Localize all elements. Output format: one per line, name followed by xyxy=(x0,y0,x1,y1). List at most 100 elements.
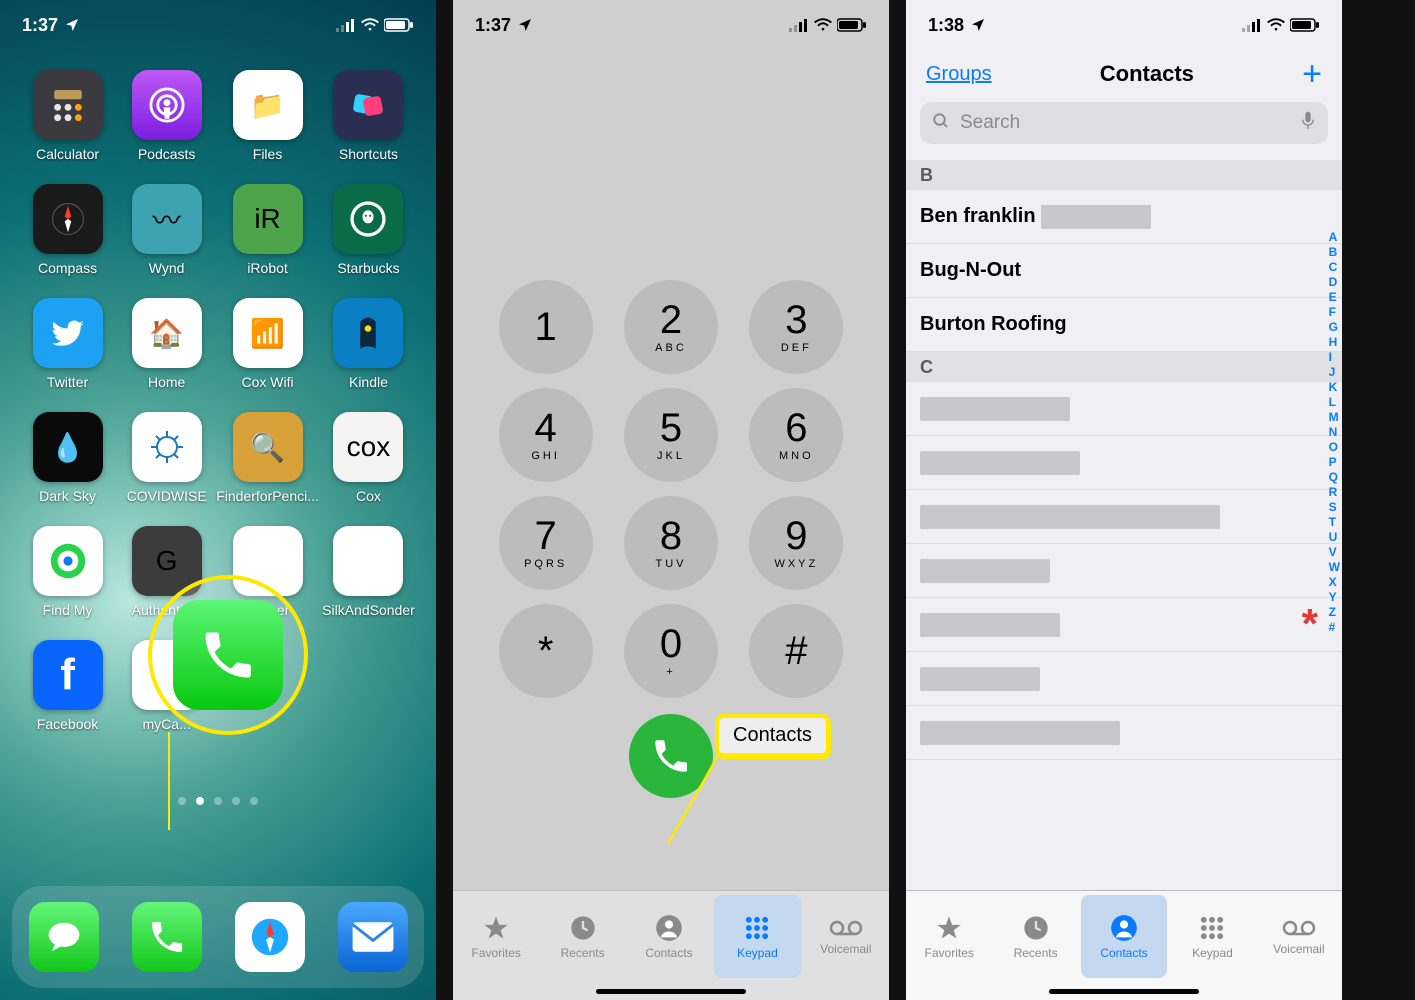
app-shortcuts[interactable]: Shortcuts xyxy=(319,70,418,162)
index-K[interactable]: K xyxy=(1329,380,1340,394)
index-J[interactable]: J xyxy=(1329,365,1340,379)
groups-button[interactable]: Groups xyxy=(926,63,992,86)
app-label: Facebook xyxy=(37,716,98,732)
app-find-my[interactable]: Find My xyxy=(18,526,117,618)
contact-row[interactable] xyxy=(906,436,1342,490)
tab-recents[interactable]: Recents xyxy=(992,891,1078,982)
contact-row[interactable]: Ben franklin xyxy=(906,190,1342,244)
index-M[interactable]: M xyxy=(1329,410,1340,424)
dictate-icon[interactable] xyxy=(1300,110,1316,137)
app-podcasts[interactable]: Podcasts xyxy=(117,70,216,162)
app-cox[interactable]: coxCox xyxy=(319,412,418,504)
tab-voicemail[interactable]: Voicemail xyxy=(1256,891,1342,982)
status-bar: 1:37 xyxy=(0,0,436,50)
contact-row[interactable]: Bug-N-Out xyxy=(906,244,1342,298)
page-indicator[interactable] xyxy=(0,797,436,805)
tab-contacts[interactable]: Contacts xyxy=(1081,895,1167,978)
recents-icon xyxy=(1022,914,1050,942)
index-C[interactable]: C xyxy=(1329,260,1340,274)
dock-phone[interactable] xyxy=(132,902,202,972)
app-twitter[interactable]: Twitter xyxy=(18,298,117,390)
app-files[interactable]: 📁Files xyxy=(216,70,319,162)
app-compass[interactable]: Compass xyxy=(18,184,117,276)
app-wynd[interactable]: 〰Wynd xyxy=(117,184,216,276)
search-field[interactable]: Search xyxy=(920,102,1328,144)
dock-safari[interactable] xyxy=(235,902,305,972)
contact-list[interactable]: BBen franklin Bug-N-OutBurton Roofing C xyxy=(906,160,1342,890)
key-1[interactable]: 1 xyxy=(499,280,593,374)
key-7[interactable]: 7PQRS xyxy=(499,496,593,590)
index-P[interactable]: P xyxy=(1329,455,1340,469)
app-covidwise[interactable]: COVIDWISE xyxy=(117,412,216,504)
contact-row[interactable] xyxy=(906,382,1342,436)
key-*[interactable]: * xyxy=(499,604,593,698)
index-D[interactable]: D xyxy=(1329,275,1340,289)
tab-contacts[interactable]: Contacts xyxy=(626,891,712,982)
home-indicator[interactable] xyxy=(1049,989,1199,994)
tab-keypad[interactable]: Keypad xyxy=(1169,891,1255,982)
app-finderforpenci-[interactable]: 🔍FinderforPenci... xyxy=(216,412,319,504)
index-E[interactable]: E xyxy=(1329,290,1340,304)
battery-icon xyxy=(1290,18,1320,32)
contact-row[interactable] xyxy=(906,652,1342,706)
contact-row[interactable] xyxy=(906,490,1342,544)
index-V[interactable]: V xyxy=(1329,545,1340,559)
tab-favorites[interactable]: Favorites xyxy=(906,891,992,982)
index-F[interactable]: F xyxy=(1329,305,1340,319)
key-#[interactable]: # xyxy=(749,604,843,698)
key-6[interactable]: 6MNO xyxy=(749,388,843,482)
key-2[interactable]: 2ABC xyxy=(624,280,718,374)
app-label: Podcasts xyxy=(138,146,196,162)
contact-row[interactable] xyxy=(906,598,1342,652)
index-Y[interactable]: Y xyxy=(1329,590,1340,604)
index-S[interactable]: S xyxy=(1329,500,1340,514)
index-W[interactable]: W xyxy=(1329,560,1340,574)
app-kindle[interactable]: Kindle xyxy=(319,298,418,390)
app-home[interactable]: 🏠Home xyxy=(117,298,216,390)
app-cox-wifi[interactable]: 📶Cox Wifi xyxy=(216,298,319,390)
contact-row[interactable] xyxy=(906,706,1342,760)
index-T[interactable]: T xyxy=(1329,515,1340,529)
contact-row[interactable]: Burton Roofing xyxy=(906,298,1342,352)
app-calculator[interactable]: Calculator xyxy=(18,70,117,162)
app-dark-sky[interactable]: 💧Dark Sky xyxy=(18,412,117,504)
index-O[interactable]: O xyxy=(1329,440,1340,454)
app-facebook[interactable]: fFacebook xyxy=(18,640,117,732)
dock-messages[interactable] xyxy=(29,902,99,972)
app-silkandsonder[interactable]: SilkAndSonder xyxy=(319,526,418,618)
contact-row[interactable] xyxy=(906,544,1342,598)
index-U[interactable]: U xyxy=(1329,530,1340,544)
index-Q[interactable]: Q xyxy=(1329,470,1340,484)
annotation-asterisk: * xyxy=(1302,600,1318,648)
index-N[interactable]: N xyxy=(1329,425,1340,439)
index-A[interactable]: A xyxy=(1329,230,1340,244)
app-starbucks[interactable]: Starbucks xyxy=(319,184,418,276)
add-contact-button[interactable]: + xyxy=(1302,55,1322,94)
index-R[interactable]: R xyxy=(1329,485,1340,499)
key-3[interactable]: 3DEF xyxy=(749,280,843,374)
tab-keypad[interactable]: Keypad xyxy=(714,895,800,978)
key-5[interactable]: 5JKL xyxy=(624,388,718,482)
home-indicator[interactable] xyxy=(596,989,746,994)
index-G[interactable]: G xyxy=(1329,320,1340,334)
app-icon: 🏠 xyxy=(132,298,202,368)
index-L[interactable]: L xyxy=(1329,395,1340,409)
index-Z[interactable]: Z xyxy=(1329,605,1340,619)
key-4[interactable]: 4GHI xyxy=(499,388,593,482)
section-index[interactable]: ABCDEFGHIJKLMNOPQRSTUVWXYZ# xyxy=(1329,230,1340,634)
tab-voicemail[interactable]: Voicemail xyxy=(803,891,889,982)
app-label: Twitter xyxy=(47,374,88,390)
index-I[interactable]: I xyxy=(1329,350,1340,364)
index-H[interactable]: H xyxy=(1329,335,1340,349)
key-8[interactable]: 8TUV xyxy=(624,496,718,590)
app-irobot[interactable]: iRiRobot xyxy=(216,184,319,276)
index-X[interactable]: X xyxy=(1329,575,1340,589)
index-B[interactable]: B xyxy=(1329,245,1340,259)
key-0[interactable]: 0+ xyxy=(624,604,718,698)
tab-favorites[interactable]: Favorites xyxy=(453,891,539,982)
key-9[interactable]: 9WXYZ xyxy=(749,496,843,590)
dial-button[interactable] xyxy=(629,714,713,798)
index-#[interactable]: # xyxy=(1329,620,1340,634)
dock-mail[interactable] xyxy=(338,902,408,972)
tab-recents[interactable]: Recents xyxy=(539,891,625,982)
